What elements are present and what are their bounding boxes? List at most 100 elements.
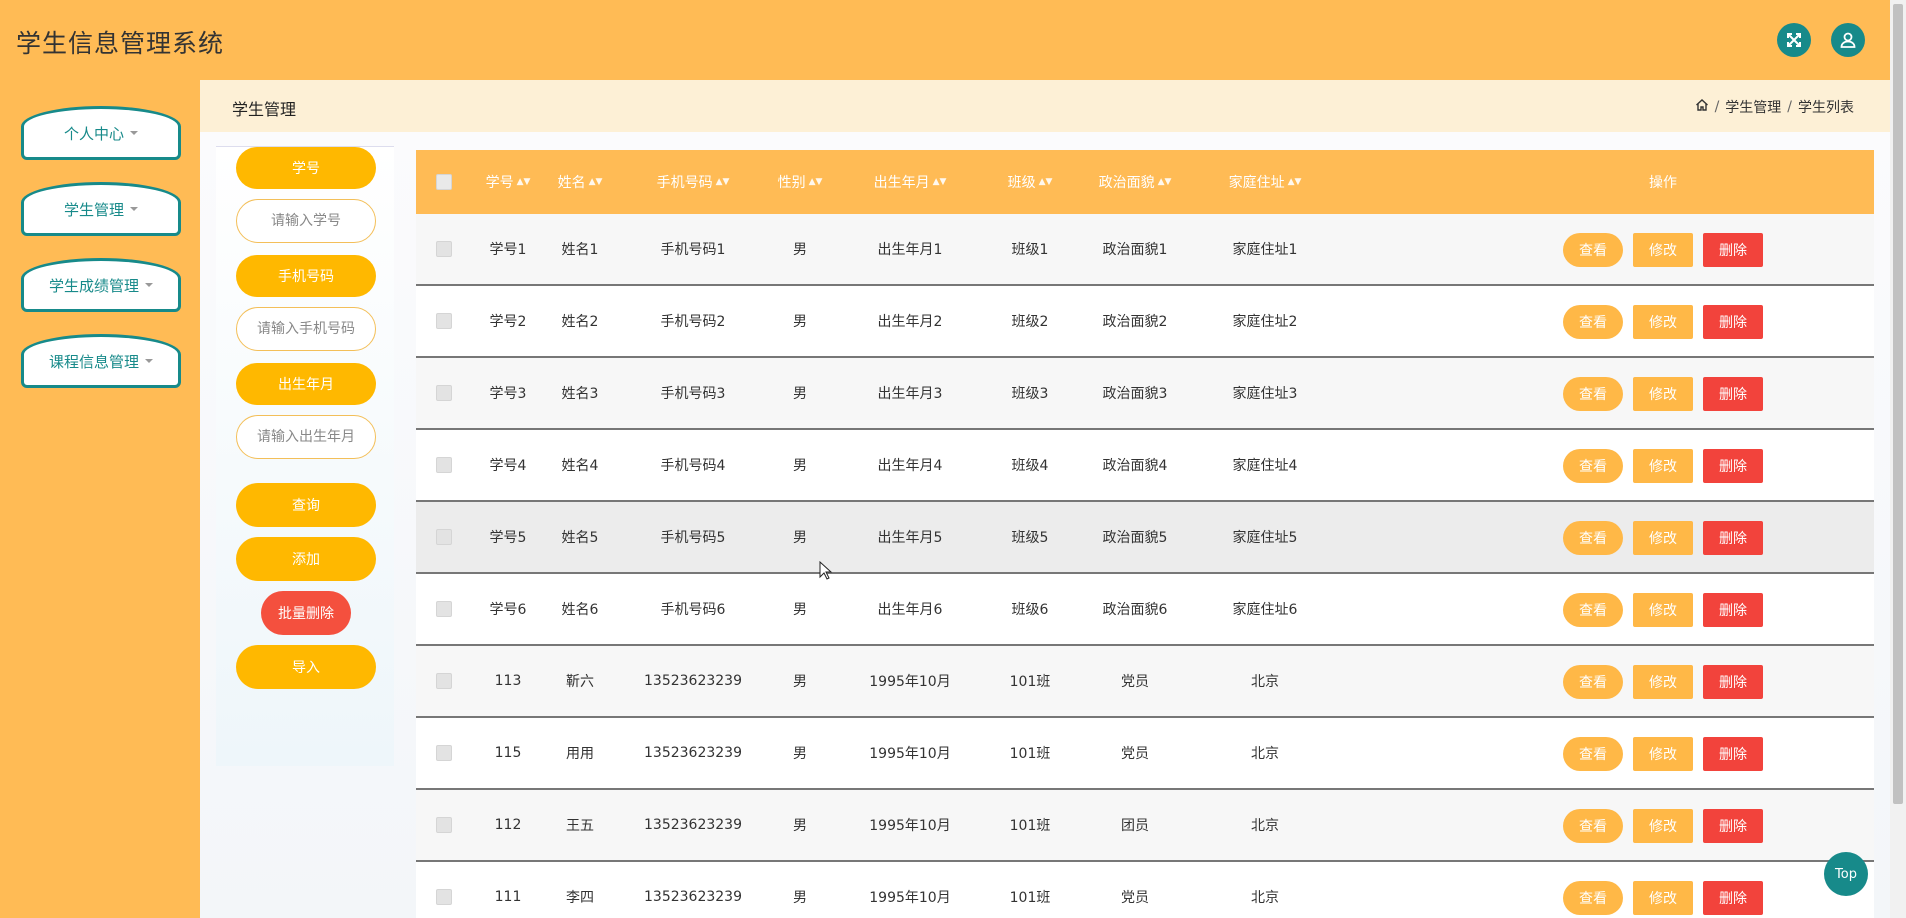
home-icon[interactable] — [1695, 98, 1709, 116]
edit-button[interactable]: 修改 — [1633, 377, 1693, 411]
row-checkbox-cell — [416, 790, 472, 860]
view-button[interactable]: 查看 — [1563, 449, 1623, 483]
student-id-input[interactable] — [236, 199, 376, 243]
edit-button[interactable]: 修改 — [1633, 233, 1693, 267]
edit-button[interactable]: 修改 — [1633, 593, 1693, 627]
breadcrumb-item[interactable]: 学生管理 — [1725, 97, 1781, 117]
birth-input[interactable] — [236, 415, 376, 459]
sidebar-item-label: 个人中心 — [63, 124, 124, 143]
add-button[interactable]: 添加 — [236, 537, 376, 581]
sort-icon: ▲▼ — [808, 177, 823, 187]
delete-button[interactable]: 删除 — [1703, 521, 1763, 555]
table-row[interactable]: 112 王五 13523623239 男 1995年10月 101班 团员 北京 查看 修改 删除 — [416, 790, 1874, 862]
row-checkbox[interactable] — [436, 745, 452, 761]
delete-button[interactable]: 删除 — [1703, 593, 1763, 627]
cell-address: 北京 — [1251, 746, 1279, 762]
row-checkbox[interactable] — [436, 601, 452, 617]
view-button[interactable]: 查看 — [1563, 881, 1623, 915]
search-panel: 学号 手机号码 出生年月 查询 添加 批量删除 导入 — [216, 146, 394, 766]
table-row[interactable]: 学号2 姓名2 手机号码2 男 出生年月2 班级2 政治面貌2 家庭住址2 查看 修改 删除 — [416, 286, 1874, 358]
sort-icon: ▲▼ — [1157, 177, 1172, 187]
view-button[interactable]: 查看 — [1563, 521, 1623, 555]
delete-button[interactable]: 删除 — [1703, 881, 1763, 915]
view-button[interactable]: 查看 — [1563, 305, 1623, 339]
row-checkbox[interactable] — [436, 385, 452, 401]
view-button[interactable]: 查看 — [1563, 665, 1623, 699]
sidebar-item-course-management[interactable]: 课程信息管理 — [21, 334, 181, 388]
phone-input[interactable] — [236, 307, 376, 351]
cell-gender: 男 — [793, 314, 807, 330]
row-checkbox[interactable] — [436, 889, 452, 905]
th-address[interactable]: 家庭住址 ▲▼ — [1200, 150, 1330, 214]
sidebar-item-student-management[interactable]: 学生管理 — [21, 182, 181, 236]
cell-address: 家庭住址5 — [1232, 530, 1298, 546]
import-button[interactable]: 导入 — [236, 645, 376, 689]
delete-button[interactable]: 删除 — [1703, 449, 1763, 483]
delete-button[interactable]: 删除 — [1703, 233, 1763, 267]
user-icon[interactable] — [1831, 23, 1865, 57]
breadcrumb-separator: / — [1787, 99, 1792, 115]
table-row[interactable]: 学号5 姓名5 手机号码5 男出生年月5 班级5 政治面貌5 家庭住址5 查看 修改 删除 — [416, 502, 1874, 574]
edit-button[interactable]: 修改 — [1633, 737, 1693, 771]
view-button[interactable]: 查看 — [1563, 809, 1623, 843]
query-button[interactable]: 查询 — [236, 483, 376, 527]
view-button[interactable]: 查看 — [1563, 737, 1623, 771]
th-gender[interactable]: 性别 ▲▼ — [770, 150, 830, 214]
edit-button[interactable]: 修改 — [1633, 449, 1693, 483]
edit-button[interactable]: 修改 — [1633, 809, 1693, 843]
row-checkbox[interactable] — [436, 817, 452, 833]
row-checkbox[interactable] — [436, 529, 452, 545]
cell-name: 用用 — [566, 746, 594, 762]
cell-student-id: 学号4 — [489, 458, 527, 474]
batch-delete-button[interactable]: 批量删除 — [261, 591, 351, 635]
edit-button[interactable]: 修改 — [1633, 665, 1693, 699]
chevron-down-icon — [145, 283, 153, 287]
view-button[interactable]: 查看 — [1563, 377, 1623, 411]
row-checkbox[interactable] — [436, 313, 452, 329]
table-row[interactable]: 111 李四 13523623239 男 1995年10月 101班 党员 北京 查看 修改 删除 — [416, 862, 1874, 918]
th-name[interactable]: 姓名 ▲▼ — [544, 150, 616, 214]
delete-button[interactable]: 删除 — [1703, 737, 1763, 771]
th-class[interactable]: 班级 ▲▼ — [990, 150, 1070, 214]
sidebar-item-label: 课程信息管理 — [48, 352, 139, 371]
row-checkbox-cell — [416, 430, 472, 500]
edit-button[interactable]: 修改 — [1633, 881, 1693, 915]
delete-button[interactable]: 删除 — [1703, 305, 1763, 339]
table-row[interactable]: 学号1 姓名1 手机号码1 男 出生年月1 班级1 政治面貌1 家庭住址1 查看 修改 删除 — [416, 214, 1874, 286]
sidebar: 个人中心 学生管理 学生成绩管理 课程信息管理 — [0, 80, 200, 918]
cell-student-id: 学号5 — [489, 530, 527, 546]
view-button[interactable]: 查看 — [1563, 593, 1623, 627]
breadcrumb: 学生管理 / 学生管理 / 学生列表 — [200, 80, 1890, 132]
delete-button[interactable]: 删除 — [1703, 377, 1763, 411]
cell-political: 政治面貌6 — [1102, 602, 1168, 618]
cell-birth: 1995年10月 — [869, 674, 951, 690]
th-student-id[interactable]: 学号 ▲▼ — [472, 150, 544, 214]
select-all-checkbox[interactable] — [436, 174, 452, 190]
edit-button[interactable]: 修改 — [1633, 521, 1693, 555]
row-checkbox-cell — [416, 646, 472, 716]
delete-button[interactable]: 删除 — [1703, 665, 1763, 699]
page-scrollbar[interactable] — [1890, 0, 1906, 918]
table-row[interactable]: 学号6 姓名6 手机号码6 男 出生年月6 班级6 政治面貌6 家庭住址6 查看 修改 删除 — [416, 574, 1874, 646]
cell-political: 政治面貌2 — [1102, 314, 1168, 330]
th-political[interactable]: 政治面貌 ▲▼ — [1070, 150, 1200, 214]
table-row[interactable]: 113 靳六 13523623239 男 1995年10月 101班 党员 北京 查看 修改 删除 — [416, 646, 1874, 718]
th-birth[interactable]: 出生年月 ▲▼ — [830, 150, 990, 214]
edit-button[interactable]: 修改 — [1633, 305, 1693, 339]
th-phone[interactable]: 手机号码 ▲▼ — [616, 150, 770, 214]
scrollbar-thumb[interactable] — [1893, 4, 1903, 804]
table-row[interactable]: 115 用用 13523623239 男 1995年10月 101班 党员 北京 查看 修改 删除 — [416, 718, 1874, 790]
table-row[interactable]: 学号4 姓名4 手机号码4 男 出生年月4 班级4 政治面貌4 家庭住址4 查看 修改 删除 — [416, 430, 1874, 502]
table-row[interactable]: 学号3 姓名3 手机号码3 男 出生年月3 班级3 政治面貌3 家庭住址3 查看 修改 删除 — [416, 358, 1874, 430]
row-checkbox[interactable] — [436, 673, 452, 689]
expand-icon[interactable] — [1777, 23, 1811, 57]
cell-political: 政治面貌5 — [1102, 530, 1168, 546]
row-checkbox[interactable] — [436, 241, 452, 257]
back-to-top-button[interactable]: Top — [1824, 852, 1868, 896]
row-checkbox[interactable] — [436, 457, 452, 473]
cell-political: 团员 — [1121, 818, 1149, 834]
view-button[interactable]: 查看 — [1563, 233, 1623, 267]
delete-button[interactable]: 删除 — [1703, 809, 1763, 843]
sidebar-item-score-management[interactable]: 学生成绩管理 — [21, 258, 181, 312]
sidebar-item-personal-center[interactable]: 个人中心 — [21, 106, 181, 160]
